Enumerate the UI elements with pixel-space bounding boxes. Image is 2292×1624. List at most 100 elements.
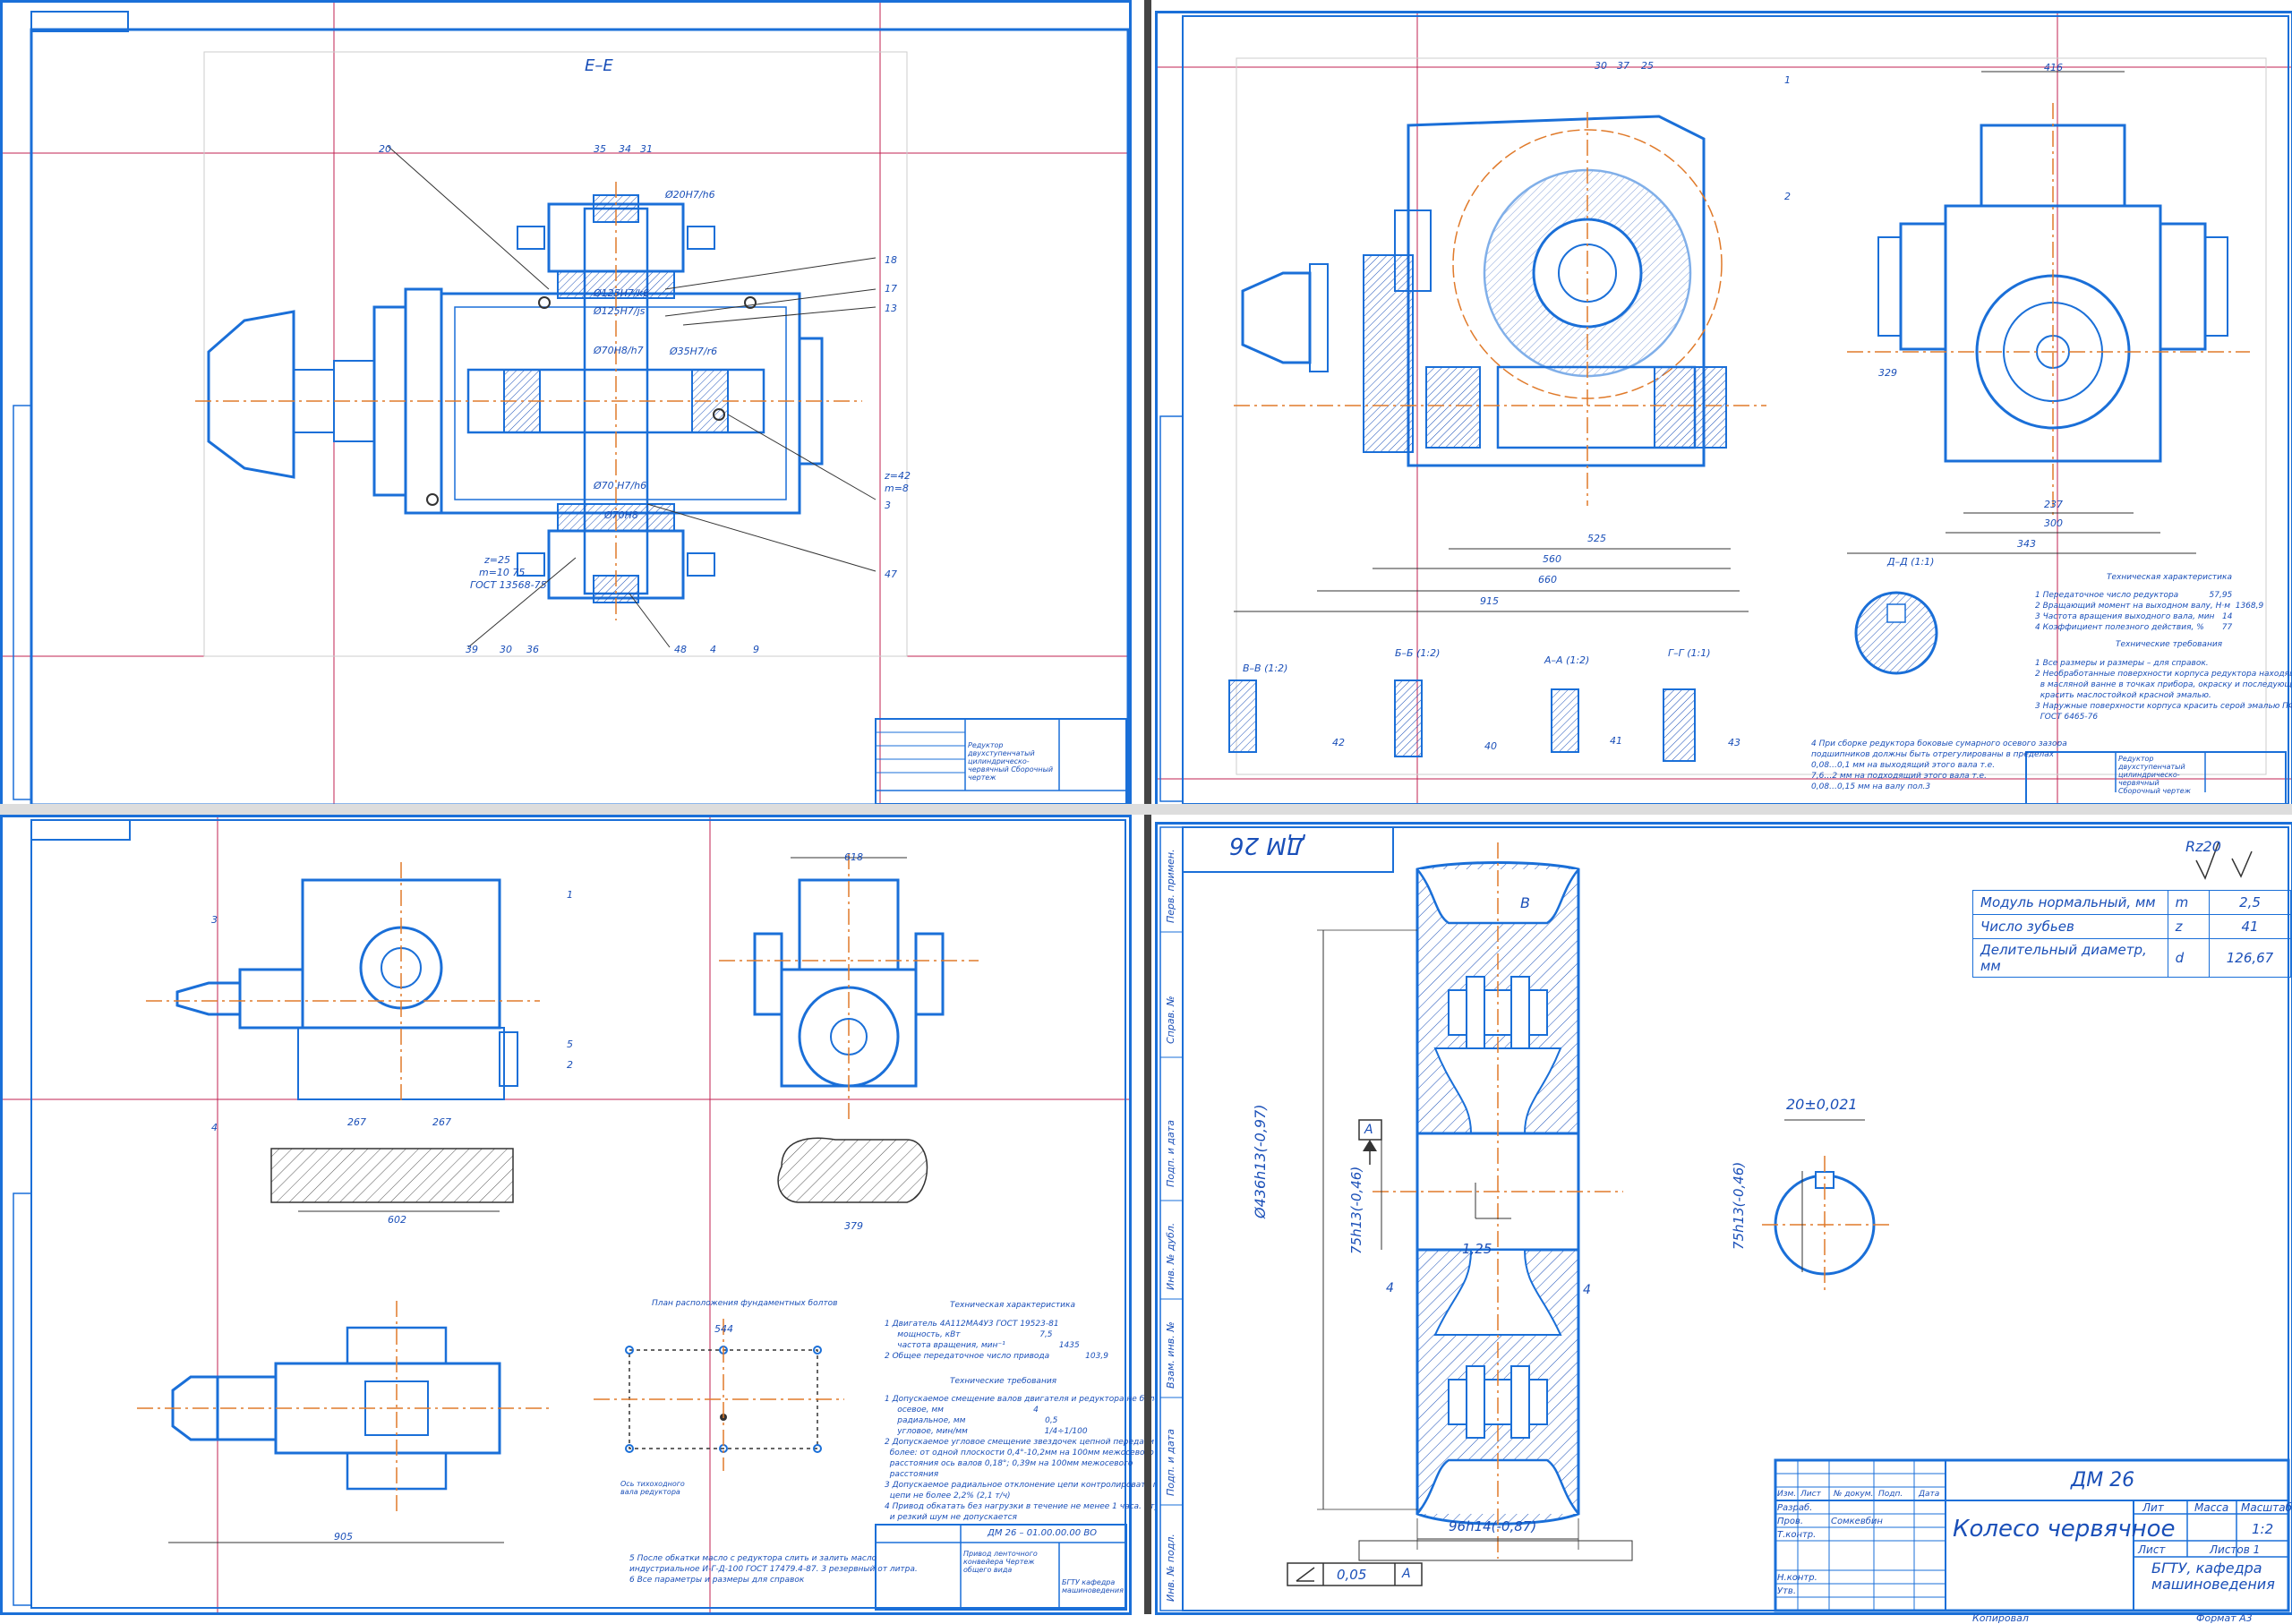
- spec-line: 2 Вращающий момент на выходном валу, Н·м…: [2035, 602, 2264, 611]
- requirement-line: более: от одной плоскости 0,4°-10,2мм на…: [885, 1449, 1154, 1457]
- callout: 9: [753, 644, 759, 655]
- tb-row-label: Т.контр.: [1777, 1530, 1817, 1540]
- param-symbol: d: [2167, 938, 2210, 978]
- roughness-label: Rz20: [2185, 838, 2221, 855]
- requirement-line: 2 Допускаемое угловое смещение звездочек…: [885, 1438, 1167, 1447]
- view-letter: В: [1520, 894, 1530, 911]
- tb-row-label: Пров.: [1777, 1517, 1804, 1526]
- fit-label: Ø125Н7/k6: [594, 287, 649, 299]
- spec-line: 3 Частота вращения выходного вала, мин 1…: [2035, 612, 2233, 621]
- note: m=8: [885, 483, 909, 494]
- dim-label: 660: [1538, 574, 1557, 585]
- spec-line: 2 Общее передаточное число привода 103,9: [885, 1352, 1108, 1361]
- callout: 35: [594, 143, 606, 155]
- titleblock-sheets: Листов 1: [2210, 1543, 2261, 1556]
- callout: 47: [885, 568, 897, 580]
- param-name: Делительный диаметр, мм: [1972, 938, 2168, 978]
- sheet-drive-general: ДМ 26 – 01.00.00.00 ВО 3 1 5 2 4 618 267…: [0, 815, 1167, 1615]
- callout: 43: [1728, 737, 1740, 748]
- requirement-line: 1 Все размеры и размеры – для справок.: [2035, 659, 2209, 668]
- side-label: Перв. примен.: [1165, 849, 1176, 923]
- titleblock-name: Редуктор двухступенчатый цилиндрическо-ч…: [2118, 755, 2191, 795]
- callout: 48: [674, 644, 687, 655]
- side-label: Подп. и дата: [1165, 1429, 1176, 1496]
- callout: 39: [466, 644, 478, 655]
- stamp: ДМ 26 – 01.00.00.00 ВО: [988, 1528, 1098, 1538]
- pane-separator: [1144, 0, 1151, 804]
- titleblock-lit: Лит: [2142, 1501, 2164, 1514]
- param-symbol: m: [2167, 890, 2210, 915]
- note: m=10 75: [479, 567, 526, 578]
- spec-line: частота вращения, мин⁻¹ 1435: [885, 1341, 1080, 1350]
- dim-label: 267: [432, 1116, 451, 1128]
- fit-label: Ø70Н8/h7: [594, 345, 644, 356]
- dim-chamfer: 1,25: [1462, 1241, 1492, 1257]
- note-line: 7,6…2 мм на подходящий этого вала т.е.: [1811, 772, 1987, 781]
- side-label: Инв. № дубл.: [1165, 1222, 1176, 1290]
- dim-label: 525: [1587, 533, 1606, 544]
- note: z=42: [885, 470, 911, 482]
- callout: 3: [211, 914, 218, 926]
- callout: 31: [640, 143, 653, 155]
- dim-small: 4: [1386, 1281, 1394, 1295]
- dim-label: 237: [2044, 499, 2063, 510]
- callout: 17: [885, 283, 897, 295]
- datum-letter: А: [1364, 1123, 1373, 1137]
- note: z=25: [484, 554, 510, 566]
- axis-note: Ось тихоходного вала редуктора: [620, 1480, 685, 1496]
- note-line: 0,08…0,15 мм на валу пол.3: [1811, 782, 1931, 791]
- requirements-title: Технические требования: [950, 1377, 1057, 1386]
- dim-label: 343: [2017, 538, 2036, 550]
- side-label: Инв. № подл.: [1165, 1534, 1176, 1602]
- dim-label: 300: [2044, 517, 2063, 529]
- dim-small: 4: [1583, 1283, 1591, 1297]
- spec-line: 1 Передаточное число редуктора 57,95: [2035, 591, 2233, 600]
- dim-label: 602: [388, 1214, 406, 1226]
- param-row: Делительный диаметр, мм d 126,67: [1972, 938, 2292, 978]
- callout: 41: [1610, 735, 1622, 747]
- tolerance-value: 0,05: [1337, 1567, 1367, 1583]
- note-line: 4 При сборке редуктора боковые сумарного…: [1811, 739, 2067, 748]
- dim-label: 905: [334, 1531, 353, 1543]
- param-value: 126,67: [2208, 938, 2292, 978]
- gear-parameters-table: Модуль нормальный, мм m 2,5 Число зубьев…: [1972, 890, 2292, 978]
- callout: 2: [1784, 191, 1791, 202]
- callout: 34: [619, 143, 631, 155]
- titleblock-name: Редуктор двухступенчатый цилиндрическо-ч…: [968, 741, 1054, 782]
- callout: 4: [211, 1122, 218, 1133]
- section-label: Д–Д (1:1): [1887, 556, 1935, 568]
- footnote-line: индустриальное И-Г-Д-100 ГОСТ 17479.4-87…: [629, 1565, 918, 1574]
- dim-hub-bore: 75h13(-0,46): [1731, 1161, 1747, 1250]
- fit-label: Ø70 Н7/h6: [594, 480, 647, 491]
- tb-row-label: Утв.: [1777, 1586, 1796, 1596]
- dim-label: 560: [1543, 553, 1561, 565]
- requirement-line: в масляной ванне в точках прибора, окрас…: [2040, 680, 2292, 689]
- tb-row-label: № докум.: [1834, 1490, 1874, 1499]
- requirement-line: 1 Допускаемое смещение валов двигателя и…: [885, 1395, 1165, 1404]
- titleblock-part-name: Колесо червячное: [1953, 1516, 2176, 1543]
- dim-label: 329: [1878, 367, 1897, 379]
- requirement-line: 3 Наружные поверхности корпуса красить с…: [2035, 702, 2292, 711]
- callout: 36: [526, 644, 539, 655]
- side-label: Справ. №: [1165, 996, 1176, 1044]
- callout: 30: [500, 644, 512, 655]
- requirement-line: и резкий шум не допускается: [885, 1513, 1017, 1522]
- titleblock-code: ДМ 26: [2071, 1469, 2135, 1492]
- requirement-line: радиальное, мм 0,5: [885, 1416, 1058, 1425]
- tb-row-label: Подп.: [1878, 1490, 1903, 1499]
- dim-outer-diameter: Ø436h13(-0,97): [1252, 1104, 1269, 1218]
- specs-title: Техническая характеристика: [2107, 573, 2232, 582]
- param-name: Число зубьев: [1972, 914, 2168, 939]
- spec-line: 1 Двигатель 4А112МА4У3 ГОСТ 19523-81: [885, 1320, 1059, 1329]
- sheet-assembly-top: Е–Е Ø20Н7/h6 Ø125Н7/k6 Ø125Н7/js Ø70Н8/h…: [0, 0, 1132, 809]
- dim-bore: 75h13(-0,46): [1348, 1166, 1364, 1254]
- callout: 13: [885, 303, 897, 314]
- section-label: Б–Б (1:2): [1395, 647, 1441, 659]
- callout: 40: [1484, 740, 1497, 752]
- dim-label: 267: [347, 1116, 366, 1128]
- requirement-line: цепи не более 2,2% (2,1 т/ч): [885, 1492, 1011, 1500]
- tb-checker: Сомкевбин: [1831, 1517, 1883, 1526]
- requirement-line: угловое, мин/мм 1/4÷1/100: [885, 1427, 1088, 1436]
- titleblock-name: Привод ленточного конвейера Чертеж общег…: [963, 1550, 1038, 1574]
- tb-row-label: Лист: [1800, 1490, 1821, 1499]
